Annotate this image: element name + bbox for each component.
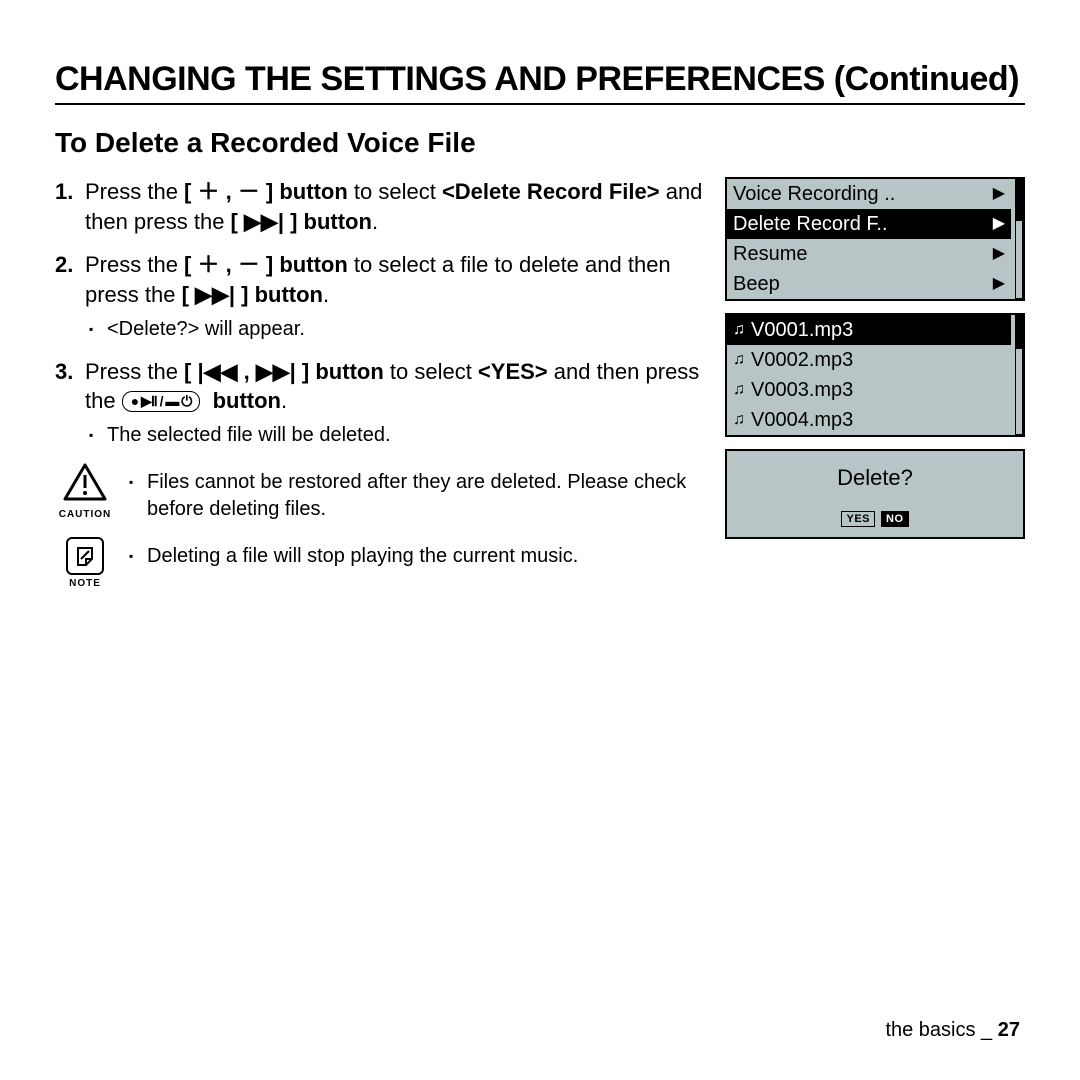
- menu-item-label: Voice Recording ..: [733, 184, 989, 204]
- menu-item: Delete Record F..▶: [727, 209, 1011, 239]
- step-3: Press the [ |◀◀ , ▶▶| ] button to select…: [55, 357, 703, 449]
- menu-ref: <Delete Record File>: [442, 179, 660, 204]
- text: Press the: [85, 252, 184, 277]
- section-title: To Delete a Recorded Voice File: [55, 127, 1025, 159]
- chevron-right-icon: ▶: [993, 276, 1005, 292]
- page-title: CHANGING THE SETTINGS AND PREFERENCES (C…: [55, 60, 1025, 105]
- footer-section: the basics: [885, 1019, 975, 1041]
- caution-text: Files cannot be restored after they are …: [129, 469, 703, 523]
- chevron-right-icon: ▶: [993, 216, 1005, 232]
- step-3-sub: The selected file will be deleted.: [85, 422, 703, 449]
- text: .: [281, 388, 287, 413]
- plus-minus-button-ref: [ ＋ , － ] button: [184, 179, 348, 204]
- text: .: [323, 282, 329, 307]
- prev-next-button-ref: [ |◀◀ , ▶▶| ] button: [184, 359, 384, 384]
- file-item: ♫ V0004.mp3: [727, 405, 1011, 435]
- music-icon: ♫: [733, 412, 745, 428]
- menu-item-label: Beep: [733, 274, 989, 294]
- file-item-label: V0001.mp3: [751, 320, 1005, 340]
- menu-item-label: Resume: [733, 244, 989, 264]
- note-text: Deleting a file will stop playing the cu…: [129, 543, 703, 570]
- text: Press the: [85, 179, 184, 204]
- play-power-button-icon: ● ▶Ⅱ / ▬ ⏻: [122, 391, 201, 412]
- note-icon: [66, 537, 104, 575]
- footer-sep: _: [976, 1019, 998, 1041]
- step-2: Press the [ ＋ , － ] button to select a f…: [55, 250, 703, 342]
- next-button-ref: [ ▶▶| ] button: [231, 209, 372, 234]
- scrollbar: [1015, 179, 1023, 299]
- music-icon: ♫: [733, 322, 745, 338]
- footer-page-number: 27: [998, 1019, 1020, 1041]
- scrollbar-thumb: [1016, 180, 1022, 221]
- text: to select: [348, 179, 442, 204]
- file-item-label: V0002.mp3: [751, 350, 1005, 370]
- scrollbar-thumb: [1016, 316, 1022, 349]
- file-item-label: V0004.mp3: [751, 410, 1005, 430]
- confirm-screen: Delete? YES NO: [725, 449, 1025, 539]
- file-item-label: V0003.mp3: [751, 380, 1005, 400]
- confirm-no: NO: [881, 511, 909, 527]
- text: Press the: [85, 359, 184, 384]
- text: button: [213, 388, 281, 413]
- confirm-question: Delete?: [737, 465, 1013, 491]
- caution-label: CAUTION: [55, 508, 115, 522]
- page-footer: the basics _ 27: [885, 1019, 1020, 1042]
- device-screens-column: Voice Recording ..▶Delete Record F..▶Res…: [725, 177, 1025, 539]
- instructions-column: Press the [ ＋ , － ] button to select <De…: [55, 177, 703, 591]
- menu-screen: Voice Recording ..▶Delete Record F..▶Res…: [725, 177, 1025, 301]
- caution-icon: [63, 463, 107, 501]
- text: to select: [384, 359, 478, 384]
- scrollbar: [1015, 315, 1023, 435]
- note-block: NOTE Deleting a file will stop playing t…: [55, 537, 703, 591]
- step-2-sub: <Delete?> will appear.: [85, 316, 703, 343]
- confirm-yes: YES: [841, 511, 875, 527]
- chevron-right-icon: ▶: [993, 246, 1005, 262]
- chevron-right-icon: ▶: [993, 186, 1005, 202]
- note-label: NOTE: [55, 577, 115, 591]
- caution-block: CAUTION Files cannot be restored after t…: [55, 463, 703, 523]
- yes-ref: <YES>: [478, 359, 548, 384]
- file-item: ♫ V0001.mp3: [727, 315, 1011, 345]
- music-icon: ♫: [733, 382, 745, 398]
- file-item: ♫ V0002.mp3: [727, 345, 1011, 375]
- music-icon: ♫: [733, 352, 745, 368]
- next-button-ref: [ ▶▶| ] button: [182, 282, 323, 307]
- plus-minus-button-ref: [ ＋ , － ] button: [184, 252, 348, 277]
- file-list-screen: ♫ V0001.mp3 ♫ V0002.mp3 ♫ V0003.mp3 ♫ V0004.mp3: [725, 313, 1025, 437]
- menu-item-label: Delete Record F..: [733, 214, 989, 234]
- step-1: Press the [ ＋ , － ] button to select <De…: [55, 177, 703, 236]
- menu-item: Resume▶: [727, 239, 1011, 269]
- menu-item: Beep▶: [727, 269, 1011, 299]
- menu-item: Voice Recording ..▶: [727, 179, 1011, 209]
- file-item: ♫ V0003.mp3: [727, 375, 1011, 405]
- text: .: [372, 209, 378, 234]
